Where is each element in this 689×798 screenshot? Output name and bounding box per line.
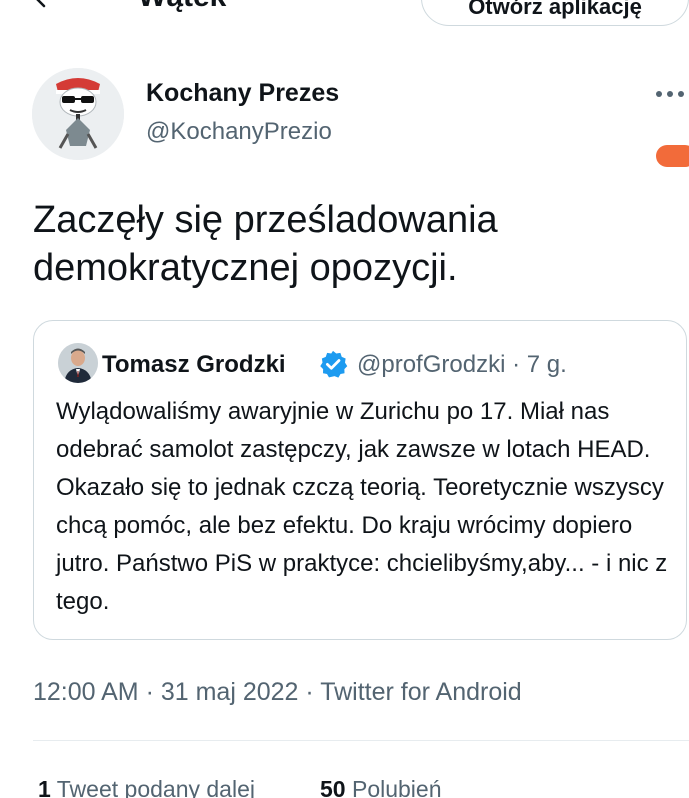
retweets-count: 1 <box>38 776 51 798</box>
tweet-meta: 12:00 AM · 31 maj 2022 · Twitter for And… <box>33 678 522 706</box>
open-app-button[interactable]: Otwórz aplikację <box>421 0 689 26</box>
retweets-label: Tweet podany dalej <box>56 776 255 798</box>
author-name[interactable]: Kochany Prezes <box>146 79 339 108</box>
open-app-label: Otwórz aplikację <box>468 0 642 19</box>
tweet-text: Zaczęły się prześladowania demokratyczne… <box>33 199 498 289</box>
author-handle[interactable]: @KochanyPrezio <box>146 118 332 146</box>
quoted-author-avatar[interactable] <box>58 343 98 383</box>
avatar-illustration <box>32 68 124 160</box>
back-arrow-icon[interactable] <box>30 0 54 10</box>
verified-badge-icon <box>320 350 348 378</box>
page-title: Wątek <box>138 0 226 14</box>
quoted-tweet-text: Wylądowaliśmy awaryjnie w Zurichu po 17.… <box>56 398 668 615</box>
likes-label: Polubień <box>351 776 442 798</box>
floating-button-edge[interactable] <box>656 145 689 167</box>
quoted-author-name: Tomasz Grodzki <box>102 351 286 378</box>
likes-count: 50 <box>320 776 346 798</box>
quoted-tweet-card[interactable]: Tomasz Grodzki @profGrodzki · 7 g. Wyląd… <box>33 320 687 640</box>
author-avatar[interactable] <box>32 68 124 160</box>
quoted-avatar-illustration <box>58 343 98 383</box>
retweets-stat[interactable]: 1 Tweet podany dalej <box>38 776 255 798</box>
likes-stat[interactable]: 50 Polubień <box>320 776 442 798</box>
quoted-handle-time: @profGrodzki · 7 g. <box>357 351 567 378</box>
tweet-thread-page: Wątek Otwórz aplikację Kochany Prezes @K… <box>0 0 689 798</box>
divider <box>33 740 689 741</box>
more-icon[interactable] <box>654 84 686 104</box>
